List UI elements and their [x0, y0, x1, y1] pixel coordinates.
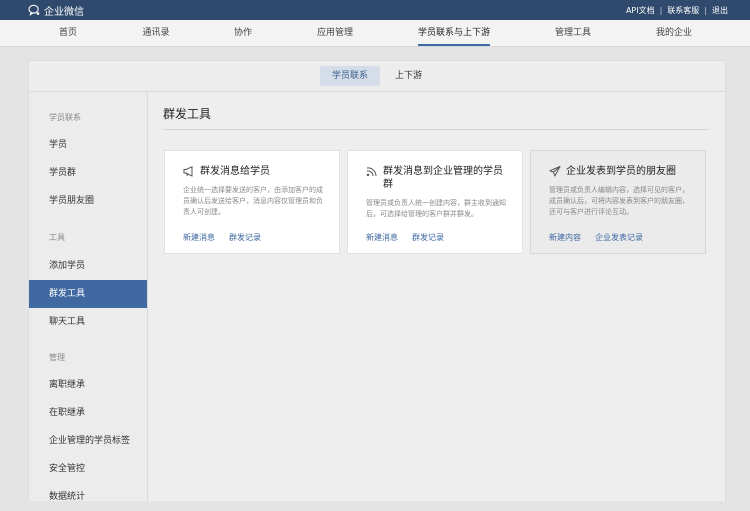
sidebar-item-mass-send[interactable]: 群发工具	[29, 280, 147, 308]
nav-collaboration[interactable]: 协作	[234, 20, 252, 46]
new-message-link[interactable]: 新建消息	[366, 232, 398, 243]
broadcast-icon	[366, 167, 377, 177]
sidebar-item-statistics[interactable]: 数据统计	[29, 483, 147, 511]
paper-plane-icon	[549, 166, 561, 177]
sidebar-item-student-tags[interactable]: 企业管理的学员标签	[29, 427, 147, 455]
nav-student-contact[interactable]: 学员联系与上下游	[417, 20, 491, 46]
top-links: API文档 | 联系客服 | 退出	[626, 0, 728, 20]
nav-contacts[interactable]: 通讯录	[142, 20, 169, 46]
sub-tabs: 学员联系 上下游	[29, 61, 725, 92]
sidebar-item-add-student[interactable]: 添加学员	[29, 252, 147, 280]
sidebar-item-resignation-inherit[interactable]: 离职继承	[29, 371, 147, 399]
card-description: 管理员或负责人编辑内容，选择可见的客户，成员确认后，可将内容发表到客户的朋友圈，…	[549, 186, 689, 216]
sidebar-item-student-groups[interactable]: 学员群	[29, 159, 147, 187]
logout-link[interactable]: 退出	[712, 5, 728, 16]
brand-name: 企业微信	[44, 6, 84, 18]
new-content-link[interactable]: 新建内容	[549, 232, 581, 243]
card-title: 群发消息给学员	[200, 166, 270, 177]
divider: |	[659, 5, 663, 15]
sidebar-item-students[interactable]: 学员	[29, 131, 147, 159]
card-title: 群发消息到企业管理的学员群	[383, 166, 503, 190]
nav-management-tools[interactable]: 管理工具	[555, 20, 591, 46]
top-bar: 企业微信 API文档 | 联系客服 | 退出	[0, 0, 750, 20]
api-docs-link[interactable]: API文档	[626, 5, 655, 16]
send-history-link[interactable]: 群发记录	[229, 232, 261, 243]
card-mass-message-groups: 群发消息到企业管理的学员群 管理员或负责人统一创建内容，群主收到通知后，可选择给…	[347, 150, 523, 254]
card-title: 企业发表到学员的朋友圈	[566, 166, 676, 177]
sidebar-group-student-contact: 学员联系	[49, 113, 81, 122]
divider: |	[704, 5, 707, 15]
nav-home[interactable]: 首页	[59, 20, 77, 46]
tab-student-contact[interactable]: 学员联系	[320, 66, 381, 86]
sidebar-item-onjob-inherit[interactable]: 在职继承	[29, 399, 147, 427]
brand[interactable]: 企业微信	[28, 0, 84, 20]
nav-app-management[interactable]: 应用管理	[317, 20, 353, 46]
card-publish-moments: 企业发表到学员的朋友圈 管理员或负责人编辑内容，选择可见的客户，成员确认后，可将…	[530, 150, 706, 254]
page-title: 群发工具	[163, 107, 212, 121]
sidebar-group-management: 管理	[49, 353, 65, 362]
publish-history-link[interactable]: 企业发表记录	[595, 232, 643, 243]
wecom-logo-icon	[28, 4, 40, 16]
card-description: 管理员或负责人统一创建内容，群主收到通知后，可选择给管理的客户群并群发。	[366, 199, 506, 218]
megaphone-icon	[183, 166, 193, 177]
sidebar-item-student-moments[interactable]: 学员朋友圈	[29, 187, 147, 215]
main-panel: 学员联系 上下游 学员联系 学员 学员群 学员朋友圈 工具 添加学员 群发工具 …	[28, 60, 726, 502]
card-description: 企业统一选择要发送的客户，由添加客户的成员确认后发送给客户，消息内容仅管理员和负…	[183, 186, 323, 216]
sidebar: 学员联系 学员 学员群 学员朋友圈 工具 添加学员 群发工具 聊天工具 管理 离…	[29, 92, 148, 502]
sidebar-item-chat-tools[interactable]: 聊天工具	[29, 308, 147, 336]
contact-support-link[interactable]: 联系客服	[667, 5, 699, 16]
send-history-link[interactable]: 群发记录	[412, 232, 444, 243]
divider	[163, 129, 709, 130]
sidebar-item-security-control[interactable]: 安全管控	[29, 455, 147, 483]
card-mass-message-students: 群发消息给学员 企业统一选择要发送的客户，由添加客户的成员确认后发送给客户，消息…	[164, 150, 340, 254]
new-message-link[interactable]: 新建消息	[183, 232, 215, 243]
nav-my-company[interactable]: 我的企业	[656, 20, 692, 46]
main-nav: 首页 通讯录 协作 应用管理 学员联系与上下游 管理工具 我的企业	[0, 20, 750, 47]
tab-upstream-downstream[interactable]: 上下游	[383, 66, 434, 86]
sidebar-group-tools: 工具	[49, 233, 65, 242]
